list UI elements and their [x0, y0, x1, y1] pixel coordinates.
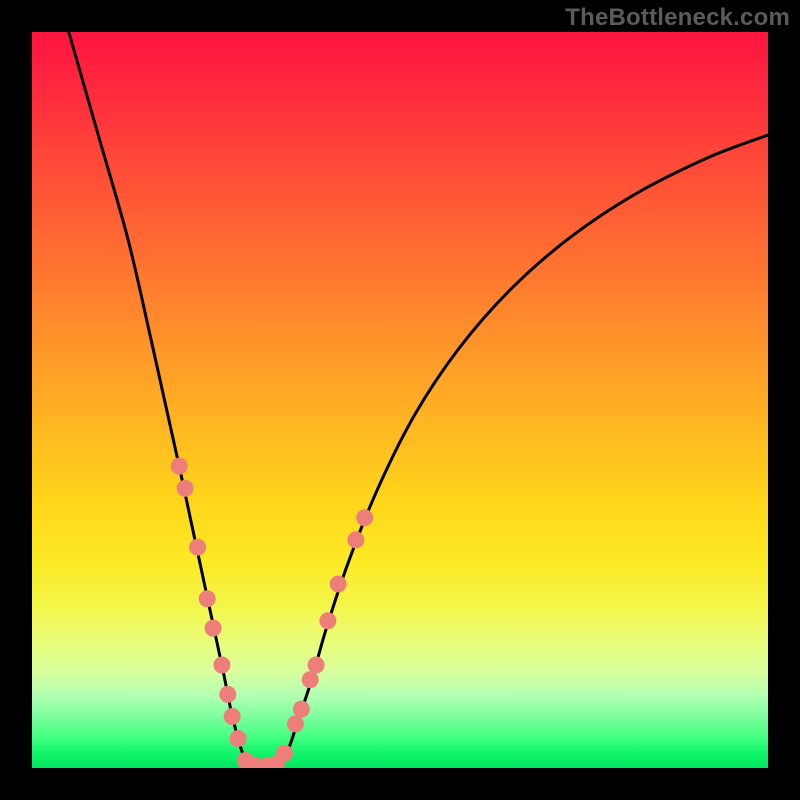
- chart-marker: [347, 531, 364, 548]
- chart-marker: [205, 620, 222, 637]
- chart-marker: [293, 701, 310, 718]
- chart-markers: [171, 458, 373, 768]
- curve-right-branch: [275, 135, 768, 768]
- chart-marker: [302, 671, 319, 688]
- chart-marker: [224, 708, 241, 725]
- chart-marker: [230, 730, 247, 747]
- chart-marker: [308, 656, 325, 673]
- chart-marker: [276, 745, 293, 762]
- chart-frame: TheBottleneck.com: [0, 0, 800, 800]
- chart-marker: [356, 509, 373, 526]
- chart-marker: [330, 576, 347, 593]
- chart-marker: [177, 480, 194, 497]
- chart-plot-area: [32, 32, 768, 768]
- chart-svg: [32, 32, 768, 768]
- chart-marker: [219, 686, 236, 703]
- chart-marker: [319, 612, 336, 629]
- chart-marker: [171, 458, 188, 475]
- chart-marker: [199, 590, 216, 607]
- chart-marker: [189, 539, 206, 556]
- chart-marker: [287, 715, 304, 732]
- watermark-text: TheBottleneck.com: [565, 4, 790, 32]
- chart-marker: [213, 656, 230, 673]
